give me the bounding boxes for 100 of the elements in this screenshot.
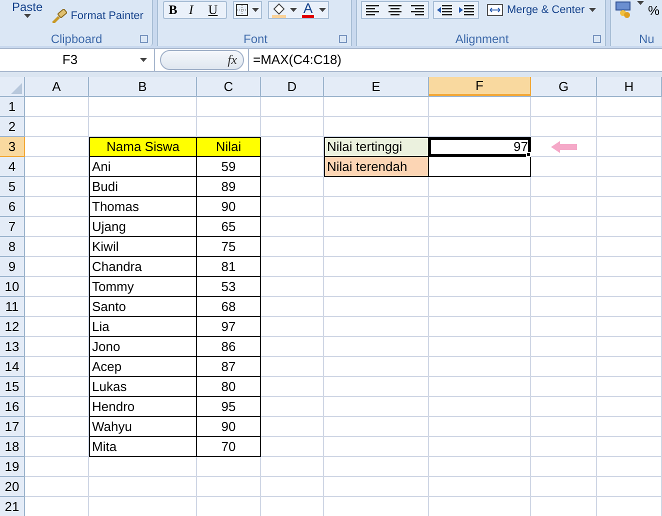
currency-icon[interactable] (615, 1, 633, 18)
empty-cell[interactable] (261, 237, 324, 257)
fill-color-icon[interactable] (271, 2, 287, 18)
empty-cell[interactable] (324, 97, 429, 117)
empty-cell[interactable] (597, 137, 662, 157)
empty-cell[interactable] (597, 157, 662, 177)
empty-cell[interactable] (429, 217, 531, 237)
empty-cell[interactable] (261, 437, 324, 457)
empty-cell[interactable] (531, 97, 597, 117)
empty-cell[interactable] (324, 177, 429, 197)
empty-cell[interactable] (531, 117, 597, 137)
empty-cell[interactable] (597, 297, 662, 317)
empty-cell[interactable] (531, 157, 597, 177)
empty-cell[interactable] (429, 197, 531, 217)
empty-cell[interactable] (324, 277, 429, 297)
empty-cell[interactable] (531, 297, 597, 317)
empty-cell[interactable] (429, 297, 531, 317)
empty-cell[interactable] (597, 217, 662, 237)
row-header[interactable]: 17 (0, 417, 25, 437)
empty-cell[interactable] (261, 417, 324, 437)
empty-cell[interactable] (597, 277, 662, 297)
italic-button[interactable]: I (182, 2, 200, 18)
empty-cell[interactable] (324, 237, 429, 257)
row-header[interactable]: 21 (0, 497, 25, 516)
row-header[interactable]: 4 (0, 157, 25, 177)
empty-cell[interactable] (597, 257, 662, 277)
empty-cell[interactable] (429, 237, 531, 257)
dialog-launcher-icon[interactable] (339, 35, 347, 43)
empty-cell[interactable] (429, 277, 531, 297)
empty-cell[interactable] (197, 457, 261, 477)
column-header[interactable]: A (25, 77, 89, 96)
empty-cell[interactable] (531, 137, 597, 157)
empty-cell[interactable] (261, 117, 324, 137)
row-header[interactable]: 14 (0, 357, 25, 377)
insert-function-button[interactable]: fx (228, 50, 237, 70)
dialog-launcher-icon[interactable] (593, 35, 601, 43)
empty-cell[interactable] (324, 437, 429, 457)
row-header[interactable]: 11 (0, 297, 25, 317)
empty-cell[interactable] (429, 357, 531, 377)
empty-cell[interactable] (531, 477, 597, 497)
empty-cell[interactable] (324, 317, 429, 337)
row-header[interactable]: 9 (0, 257, 25, 277)
empty-cell[interactable] (597, 117, 662, 137)
row-header[interactable]: 10 (0, 277, 25, 297)
empty-cell[interactable] (597, 337, 662, 357)
empty-cell[interactable] (261, 317, 324, 337)
empty-cell[interactable] (531, 317, 597, 337)
empty-cell[interactable] (597, 477, 662, 497)
row-header[interactable]: 8 (0, 237, 25, 257)
empty-cell[interactable] (261, 217, 324, 237)
empty-cell[interactable] (261, 377, 324, 397)
empty-cell[interactable] (531, 177, 597, 197)
empty-cell[interactable] (597, 457, 662, 477)
empty-cell[interactable] (324, 217, 429, 237)
empty-cell[interactable] (597, 317, 662, 337)
row-header[interactable]: 12 (0, 317, 25, 337)
empty-cell[interactable] (324, 297, 429, 317)
column-header[interactable]: C (197, 77, 261, 96)
empty-cell[interactable] (429, 317, 531, 337)
empty-cell[interactable] (324, 197, 429, 217)
empty-cell[interactable] (531, 417, 597, 437)
column-header[interactable]: D (261, 77, 324, 96)
empty-cell[interactable] (324, 477, 429, 497)
empty-cell[interactable] (261, 277, 324, 297)
empty-cell[interactable] (89, 477, 197, 497)
empty-cell[interactable] (531, 437, 597, 457)
empty-cell[interactable] (429, 177, 531, 197)
bold-button[interactable]: B (164, 2, 182, 18)
empty-cell[interactable] (597, 197, 662, 217)
empty-cell[interactable] (197, 97, 261, 117)
row-header[interactable]: 16 (0, 397, 25, 417)
underline-button[interactable]: U (200, 2, 226, 18)
empty-cell[interactable] (197, 477, 261, 497)
row-header[interactable]: 1 (0, 97, 25, 117)
column-header[interactable]: F (429, 77, 531, 96)
empty-cell[interactable] (429, 477, 531, 497)
empty-cell[interactable] (531, 217, 597, 237)
empty-cell[interactable] (597, 397, 662, 417)
empty-cell[interactable] (261, 477, 324, 497)
empty-cell[interactable] (597, 437, 662, 457)
empty-cell[interactable] (261, 177, 324, 197)
empty-cell[interactable] (597, 177, 662, 197)
empty-cell[interactable] (429, 417, 531, 437)
column-header[interactable]: B (89, 77, 197, 96)
formula-field[interactable]: =MAX(C4:C18) (248, 49, 662, 71)
empty-cell[interactable] (597, 97, 662, 117)
row-header[interactable]: 5 (0, 177, 25, 197)
column-header[interactable]: H (597, 77, 662, 96)
empty-cell[interactable] (429, 337, 531, 357)
empty-cell[interactable] (531, 397, 597, 417)
empty-cell[interactable] (531, 197, 597, 217)
empty-cell[interactable] (429, 377, 531, 397)
row-header[interactable]: 15 (0, 377, 25, 397)
empty-cell[interactable] (597, 377, 662, 397)
row-header[interactable]: 6 (0, 197, 25, 217)
paste-button[interactable]: Paste (12, 0, 43, 18)
empty-cell[interactable] (324, 337, 429, 357)
empty-cell[interactable] (597, 357, 662, 377)
empty-cell[interactable] (429, 117, 531, 137)
dialog-launcher-icon[interactable] (140, 35, 148, 43)
